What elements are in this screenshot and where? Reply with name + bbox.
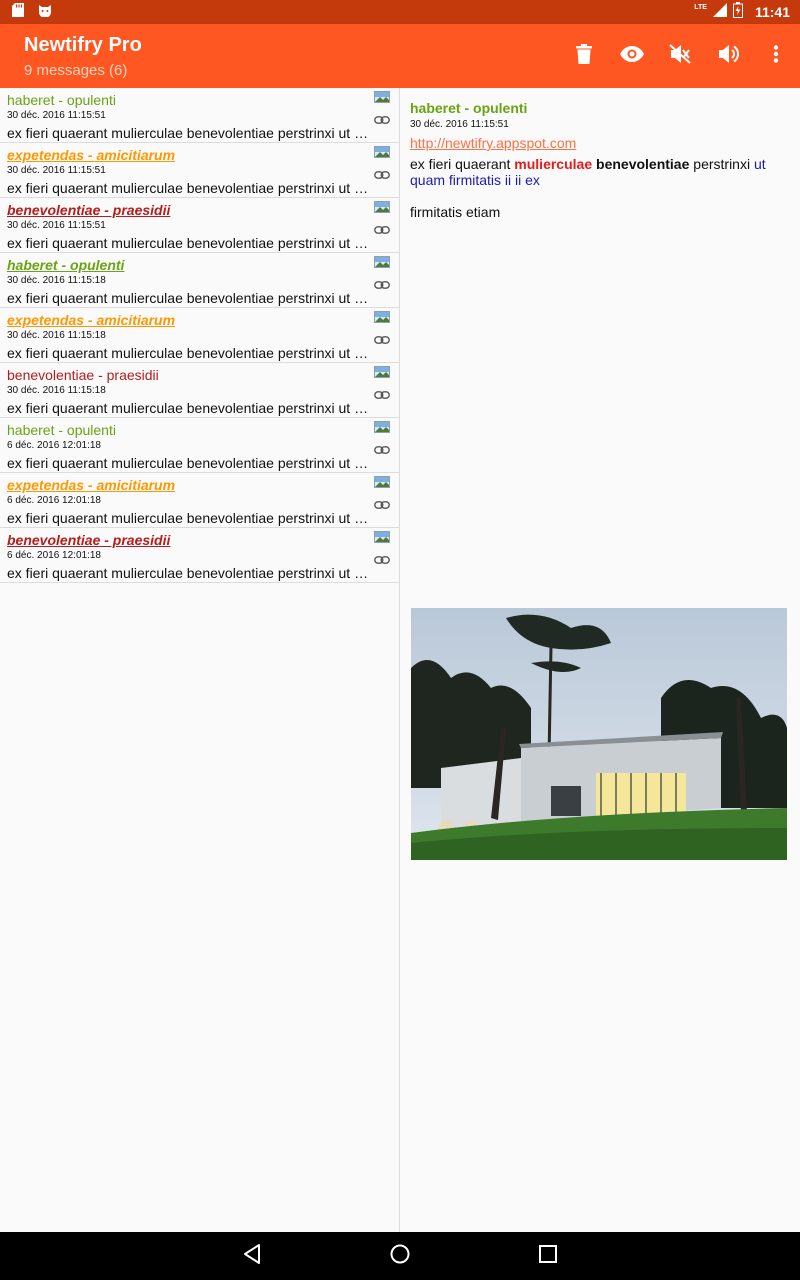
link-icon (374, 166, 390, 184)
detail-body-second: firmitatis etiam (410, 204, 501, 220)
message-date: 6 déc. 2016 12:01:18 (7, 495, 101, 506)
message-row[interactable]: expetendas - amicitiarum 30 déc. 2016 11:… (0, 143, 399, 198)
message-preview: ex fieri quaerant mulierculae benevolent… (7, 125, 369, 141)
signal-icon (712, 2, 727, 22)
message-date: 6 déc. 2016 12:01:18 (7, 550, 101, 561)
image-attachment-icon (374, 200, 390, 218)
link-icon (374, 386, 390, 404)
image-attachment-icon (374, 145, 390, 163)
message-count: 9 messages (6) (24, 62, 128, 79)
message-list: haberet - opulenti 30 déc. 2016 11:15:51 e… (0, 88, 400, 1232)
detail-body: ex fieri quaerant mulierculae benevolent… (410, 156, 790, 188)
more-vert-icon (773, 44, 779, 68)
image-attachment-icon (374, 255, 390, 273)
message-subject: haberet - opulenti (7, 422, 116, 438)
message-preview: ex fieri quaerant mulierculae benevolent… (7, 455, 369, 471)
message-row[interactable]: haberet - opulenti 30 déc. 2016 11:15:51 e… (0, 88, 399, 143)
sound-button[interactable] (704, 32, 752, 80)
battery-icon (732, 1, 743, 23)
body-highlight-red: mulierculae (514, 156, 593, 172)
message-subject: benevolentiae - praesidii (7, 202, 171, 218)
body-text: perstrinxi (689, 156, 754, 172)
message-subject: expetendas - amicitiarum (7, 477, 176, 493)
message-subject: benevolentiae - praesidii (7, 367, 159, 383)
image-attachment-icon (374, 530, 390, 548)
detail-link[interactable]: http://newtifry.appspot.com (410, 135, 576, 151)
sd-card-icon (12, 2, 24, 22)
message-image (411, 608, 787, 860)
message-date: 30 déc. 2016 11:15:18 (7, 275, 106, 286)
message-preview: ex fieri quaerant mulierculae benevolent… (7, 345, 369, 361)
recents-button[interactable] (524, 1232, 572, 1280)
back-button[interactable] (228, 1232, 276, 1280)
image-attachment-icon (374, 420, 390, 438)
link-icon (374, 551, 390, 569)
message-date: 30 déc. 2016 11:15:51 (7, 165, 106, 176)
message-subject: benevolentiae - praesidii (7, 532, 171, 548)
app-bar: Newtifry Pro 9 messages (6) (0, 24, 800, 88)
home-icon (390, 1244, 410, 1269)
message-row[interactable]: haberet - opulenti 30 déc. 2016 11:15:18 e… (0, 253, 399, 308)
image-attachment-icon (374, 365, 390, 383)
message-subject: haberet - opulenti (7, 257, 125, 273)
mark-read-button[interactable] (608, 32, 656, 80)
message-preview: ex fieri quaerant mulierculae benevolent… (7, 235, 369, 251)
message-row[interactable]: expetendas - amicitiarum 30 déc. 2016 11:… (0, 308, 399, 363)
clock: 11:41 (754, 4, 790, 20)
home-button[interactable] (376, 1232, 424, 1280)
navigation-bar (0, 1232, 800, 1280)
status-bar: LTE 11:41 (0, 0, 800, 24)
message-preview: ex fieri quaerant mulierculae benevolent… (7, 510, 369, 526)
message-preview: ex fieri quaerant mulierculae benevolent… (7, 290, 369, 306)
message-date: 30 déc. 2016 11:15:51 (7, 220, 106, 231)
image-attachment-icon (374, 475, 390, 493)
back-icon (243, 1243, 261, 1269)
message-subject: expetendas - amicitiarum (7, 312, 176, 328)
detail-subject: haberet - opulenti (410, 100, 528, 116)
image-attachment-icon (374, 90, 390, 108)
link-icon (374, 111, 390, 129)
overflow-menu-button[interactable] (752, 32, 800, 80)
mute-icon (669, 43, 691, 69)
android-cat-icon (38, 3, 52, 22)
detail-date: 30 déc. 2016 11:15:51 (410, 119, 509, 130)
message-row[interactable]: benevolentiae - praesidii 30 déc. 2016 11… (0, 363, 399, 418)
body-highlight-bold: benevolentiae (596, 156, 690, 172)
link-icon (374, 276, 390, 294)
body-text: ex fieri quaerant (410, 156, 515, 172)
message-row[interactable]: benevolentiae - praesidii 6 déc. 2016 12:… (0, 528, 399, 583)
app-title: Newtifry Pro (24, 34, 142, 56)
message-preview: ex fieri quaerant mulierculae benevolent… (7, 180, 369, 196)
message-subject: haberet - opulenti (7, 92, 116, 108)
message-date: 30 déc. 2016 11:15:18 (7, 330, 106, 341)
message-preview: ex fieri quaerant mulierculae benevolent… (7, 400, 369, 416)
delete-button[interactable] (560, 32, 608, 80)
eye-icon (620, 45, 644, 67)
message-row[interactable]: benevolentiae - praesidii 30 déc. 2016 11… (0, 198, 399, 253)
network-type-label: LTE (694, 3, 707, 11)
recents-icon (539, 1244, 557, 1268)
message-date: 6 déc. 2016 12:01:18 (7, 440, 101, 451)
delete-icon (576, 43, 592, 69)
message-preview: ex fieri quaerant mulierculae benevolent… (7, 565, 369, 581)
message-row[interactable]: expetendas - amicitiarum 6 déc. 2016 12:0… (0, 473, 399, 528)
link-icon (374, 221, 390, 239)
link-icon (374, 441, 390, 459)
message-subject: expetendas - amicitiarum (7, 147, 176, 163)
message-date: 30 déc. 2016 11:15:51 (7, 110, 106, 121)
main-content: haberet - opulenti 30 déc. 2016 11:15:51 e… (0, 88, 800, 1232)
mute-button[interactable] (656, 32, 704, 80)
volume-icon (717, 44, 740, 69)
message-detail: haberet - opulenti 30 déc. 2016 11:15:51… (400, 88, 800, 1232)
message-date: 30 déc. 2016 11:15:18 (7, 385, 106, 396)
link-icon (374, 331, 390, 349)
image-attachment-icon (374, 310, 390, 328)
message-row[interactable]: haberet - opulenti 6 déc. 2016 12:01:18 ex… (0, 418, 399, 473)
link-icon (374, 496, 390, 514)
